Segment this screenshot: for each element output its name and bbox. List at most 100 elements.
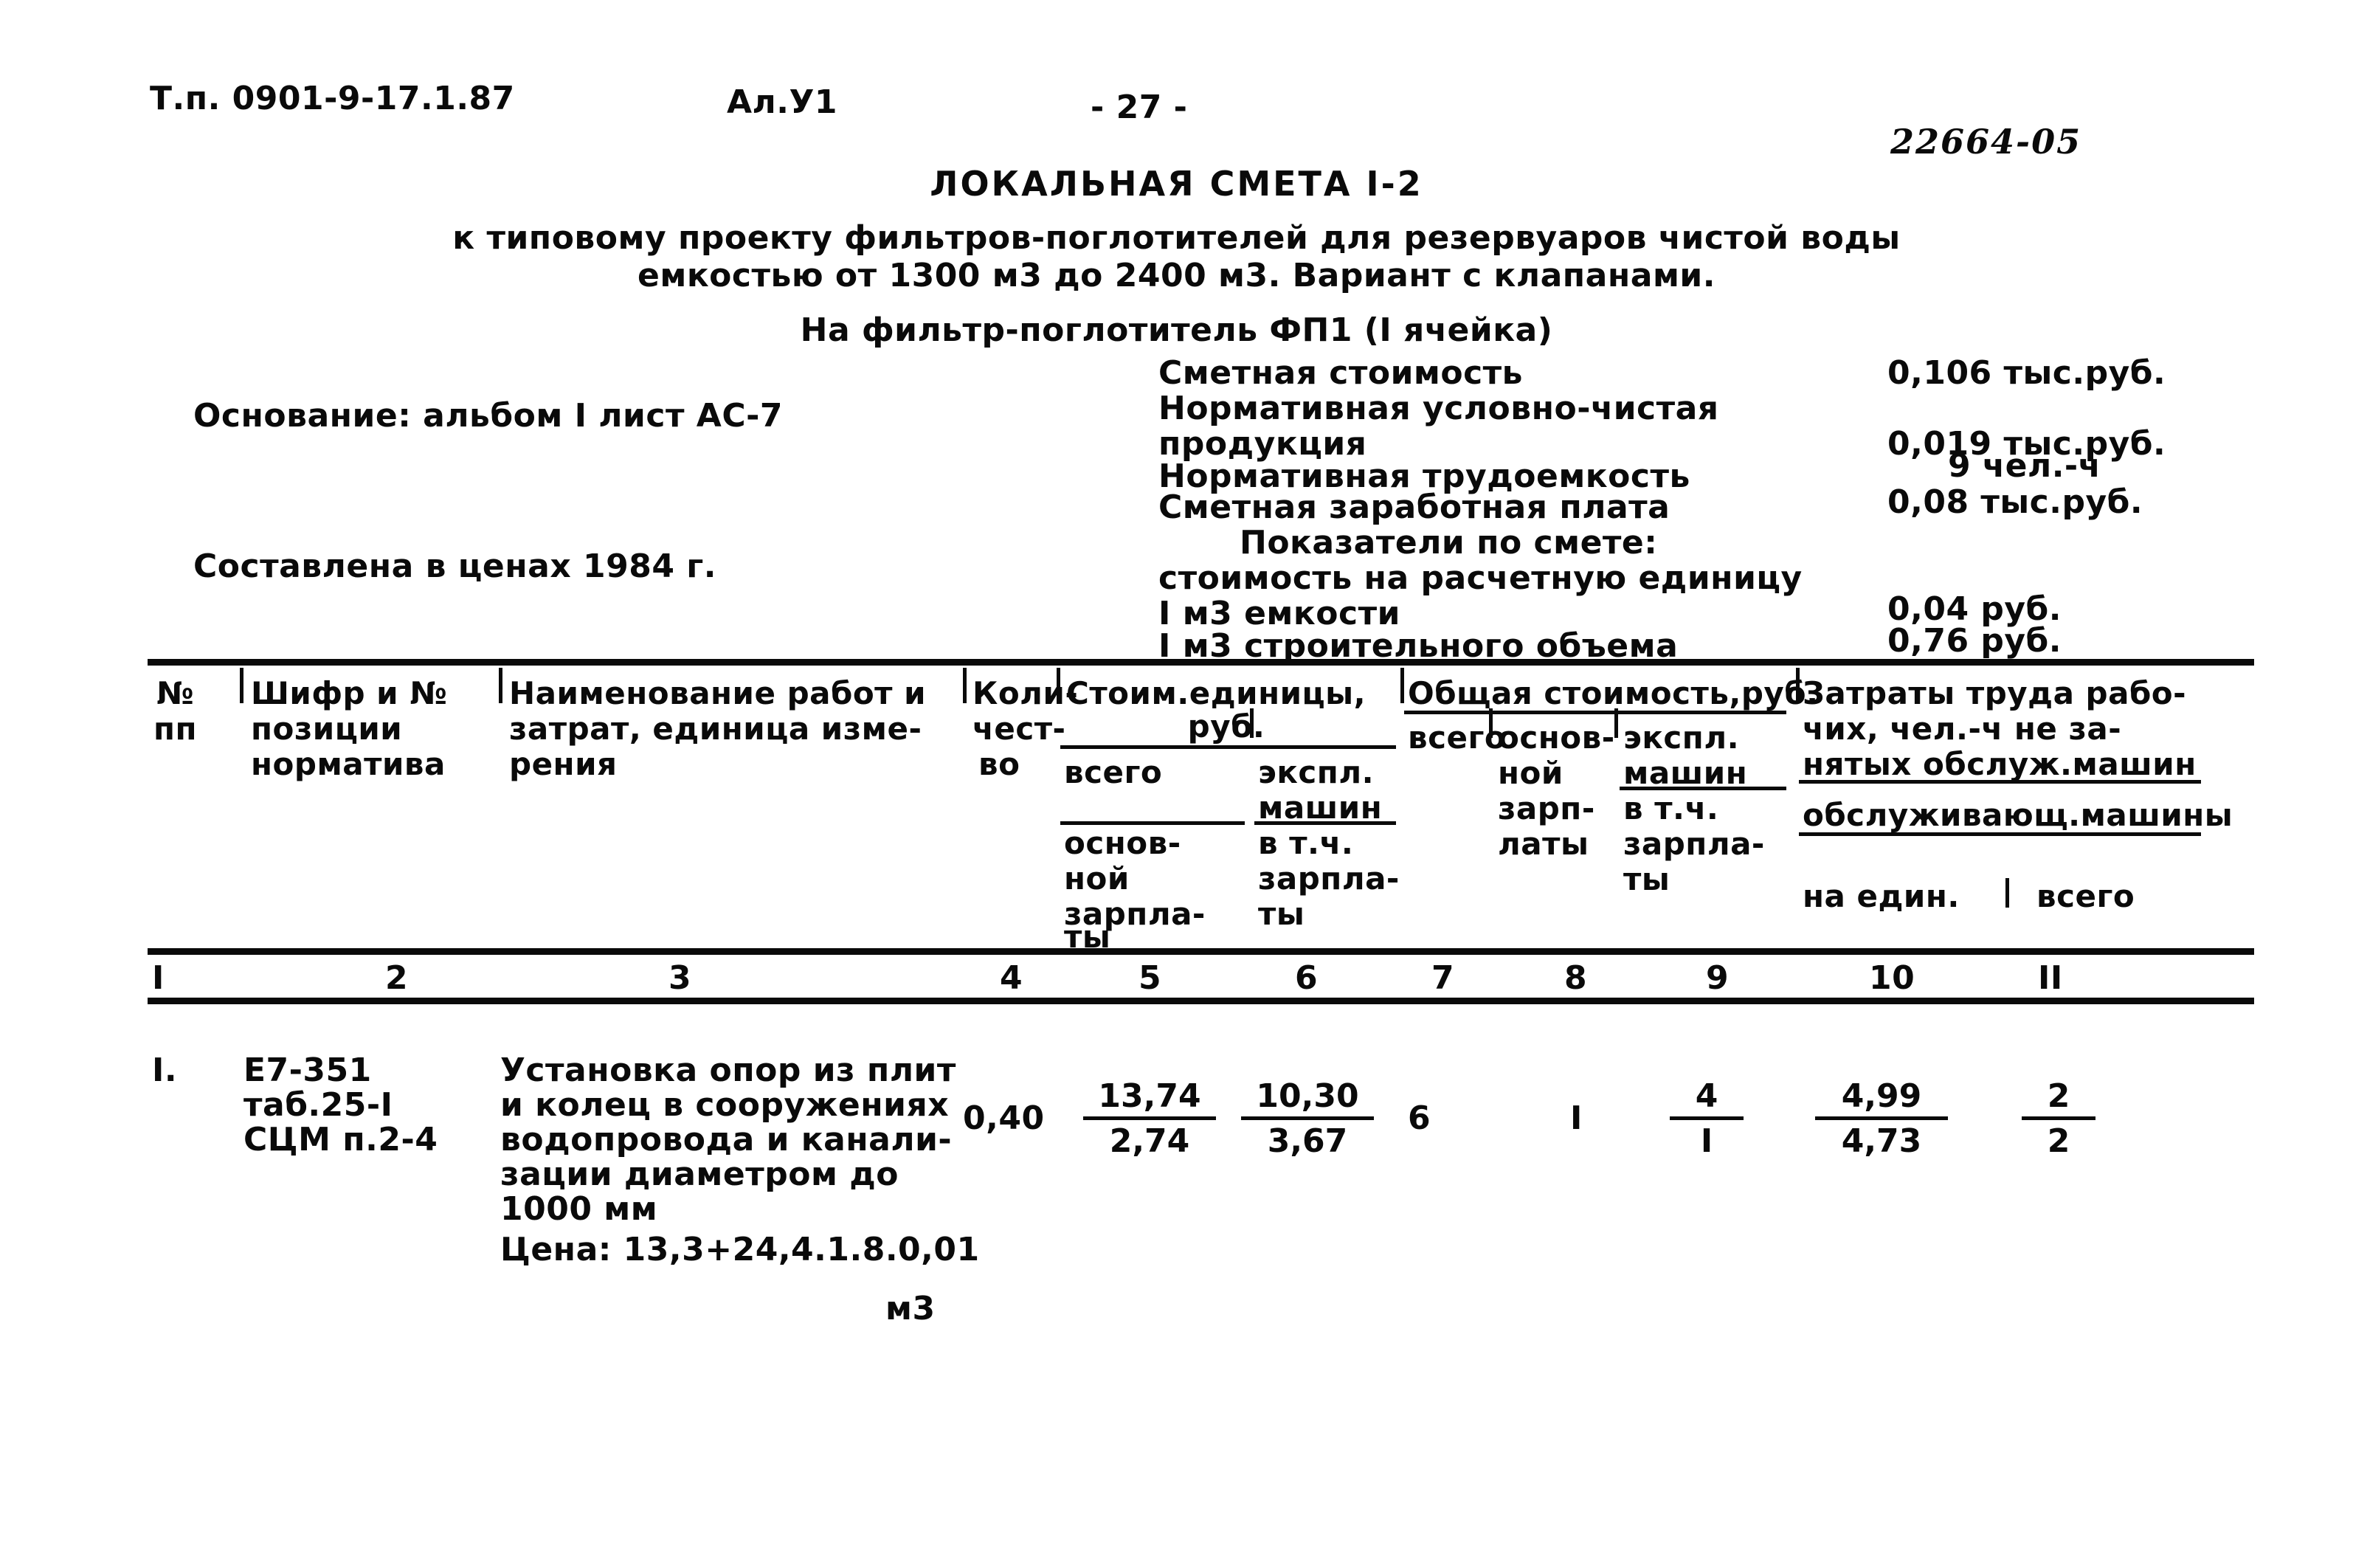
row-col5-fraction: 13,74 2,74	[1083, 1077, 1216, 1160]
table-top-rule	[148, 659, 2254, 666]
th-col7-group-underline	[1404, 711, 1786, 714]
row-col10-fraction: 4,99 4,73	[1815, 1077, 1948, 1160]
row-desc-line5: 1000 мм	[500, 1190, 658, 1228]
th-col5-sub1-b4: ты	[1064, 919, 1111, 955]
row-col7-total: 6	[1408, 1099, 1431, 1137]
row-col9-bar	[1670, 1116, 1744, 1120]
row-col10-bar	[1815, 1116, 1948, 1120]
col-separator-2	[499, 668, 502, 703]
row-desc-line2: и колец в сооружениях	[500, 1086, 950, 1124]
col-separator-3	[963, 668, 967, 703]
row-code-line2: таб.25-I	[243, 1086, 393, 1124]
th-col1-line2: пп	[153, 711, 198, 747]
th-col4-line1: Коли-	[972, 675, 1079, 711]
row-qty: 0,40	[963, 1099, 1045, 1137]
th-col5-group-underline	[1060, 745, 1396, 749]
album-label: Ал.У1	[727, 83, 838, 121]
col-separator-10	[2005, 878, 2009, 908]
colnum-6: 6	[1295, 959, 1319, 997]
row-col11-bar	[2022, 1116, 2095, 1120]
basis-label: Основание: альбом I лист АС-7	[193, 397, 783, 435]
colnum-9: 9	[1706, 959, 1730, 997]
th-col9-sub2: машин	[1623, 755, 1748, 791]
th-col5-group: Стоим.единицы,	[1066, 675, 1366, 711]
th-col3-line3: рения	[509, 746, 618, 782]
th-col8-sub4: латы	[1498, 826, 1589, 862]
colnum-7: 7	[1431, 959, 1455, 997]
summary-label-1: Нормативная условно-чистая	[1158, 390, 1719, 427]
th-col5-sub2-a1: экспл.	[1258, 754, 1375, 790]
summary-value-4: 0,08 тыс.руб.	[1887, 483, 2143, 521]
indicators-intro: стоимость на расчетную единицу	[1158, 559, 1803, 597]
row-desc-line3: водопровода и канали-	[500, 1121, 953, 1158]
archive-stamp: 22664-05	[1890, 122, 2082, 162]
th-col7-group: Общая стоимость,руб.	[1408, 675, 1819, 711]
th-col5-sub2-b1: в т.ч.	[1258, 825, 1354, 861]
row-desc-line6: Цена: 13,3+24,4.1.8.0,01	[500, 1231, 980, 1268]
row-col10-denominator: 4,73	[1841, 1122, 1922, 1160]
th-col2-line2: позиции	[251, 711, 403, 747]
row-col5-denominator: 2,74	[1109, 1122, 1190, 1160]
th-col5-group2: руб.	[1187, 708, 1265, 745]
th-col8-sub3: зарп-	[1498, 790, 1595, 826]
th-col10-underline-2	[1799, 832, 2201, 836]
project-code: Т.п. 0901-9-17.1.87	[150, 80, 515, 117]
colnum-8: 8	[1564, 959, 1588, 997]
row-col6-bar	[1241, 1116, 1374, 1120]
summary-value-0: 0,106 тыс.руб.	[1887, 354, 2166, 392]
th-col10-sub-a: на един.	[1803, 878, 1960, 914]
th-col9-sub1: экспл.	[1623, 719, 1740, 756]
row-col9-numerator: 4	[1695, 1077, 1718, 1115]
summary-value-3: 9 чел.-ч	[1948, 447, 2101, 485]
th-col9-sub5: ты	[1623, 861, 1670, 897]
colnum-3: 3	[668, 959, 692, 997]
th-col5-sub2-b3: ты	[1258, 896, 1305, 932]
prices-label: Составлена в ценах 1984 г.	[193, 548, 717, 585]
row-desc-line1: Установка опор из плит	[500, 1051, 956, 1089]
th-col1-line1: №	[156, 675, 195, 711]
document-title: ЛОКАЛЬНАЯ СМЕТА I-2	[930, 164, 1423, 204]
row-col9-fraction: 4 I	[1670, 1077, 1744, 1160]
document-page: Т.п. 0901-9-17.1.87 Ал.У1 - 27 - 22664-0…	[0, 0, 2353, 1568]
indicator-value-1: 0,76 руб.	[1887, 622, 2062, 660]
th-col7-sub1: всего	[1408, 719, 1507, 756]
th-col10-group4: обслуживающ.машины	[1803, 797, 2233, 833]
row-code-line3: СЦМ п.2-4	[243, 1121, 438, 1158]
row-col5-bar	[1083, 1116, 1216, 1120]
row-col9-denominator: I	[1700, 1122, 1713, 1160]
th-col2-line3: норматива	[251, 746, 446, 782]
th-col9-sub4: зарпла-	[1623, 826, 1765, 862]
colnum-2: 2	[385, 959, 409, 997]
row-code-line1: Е7-351	[243, 1051, 372, 1089]
th-col5-sub1-a: всего	[1064, 754, 1163, 790]
indicators-header: Показатели по смете:	[1240, 524, 1658, 562]
document-subtitle-line1: к типовому проекту фильтров-поглотителей…	[452, 219, 1901, 257]
document-subtitle-line2: емкостью от 1300 м3 до 2400 м3. Вариант …	[638, 257, 1715, 294]
th-col3-line2: затрат, единица изме-	[509, 711, 922, 747]
th-col5-sub1-b1: основ-	[1064, 825, 1181, 861]
th-col5-sub1-b2: ной	[1064, 860, 1130, 897]
row-col10-numerator: 4,99	[1841, 1077, 1922, 1115]
page-number: - 27 -	[1091, 89, 1188, 126]
th-col10-group3: нятых обслуж.машин	[1803, 746, 2197, 782]
row-col5-numerator: 13,74	[1098, 1077, 1201, 1115]
col-separator-1	[240, 668, 243, 703]
th-col4-line3: во	[978, 746, 1020, 782]
col-separator-6	[1400, 668, 1404, 703]
row-col11-fraction: 2 2	[2022, 1077, 2095, 1160]
th-col5-sub2-a2: машин	[1258, 790, 1383, 826]
row-unit: м3	[885, 1290, 936, 1327]
th-col5-sub2-b2: зарпла-	[1258, 860, 1400, 897]
th-col2-line1: Шифр и №	[251, 675, 448, 711]
th-col10-sub-b: всего	[2036, 878, 2135, 914]
colnum-5: 5	[1139, 959, 1162, 997]
summary-label-0: Сметная стоимость	[1158, 354, 1524, 392]
th-col10-group2: чих, чел.-ч не за-	[1803, 711, 2122, 747]
th-col8-sub2: ной	[1498, 755, 1564, 791]
table-colnum-bottom-rule	[148, 998, 2254, 1004]
object-line: На фильтр-поглотитель ФП1 (I ячейка)	[800, 311, 1553, 349]
table-header-bottom-rule	[148, 948, 2254, 955]
row-col6-fraction: 10,30 3,67	[1241, 1077, 1374, 1160]
row-number: I.	[152, 1051, 178, 1089]
th-col4-line2: чест-	[972, 711, 1066, 747]
